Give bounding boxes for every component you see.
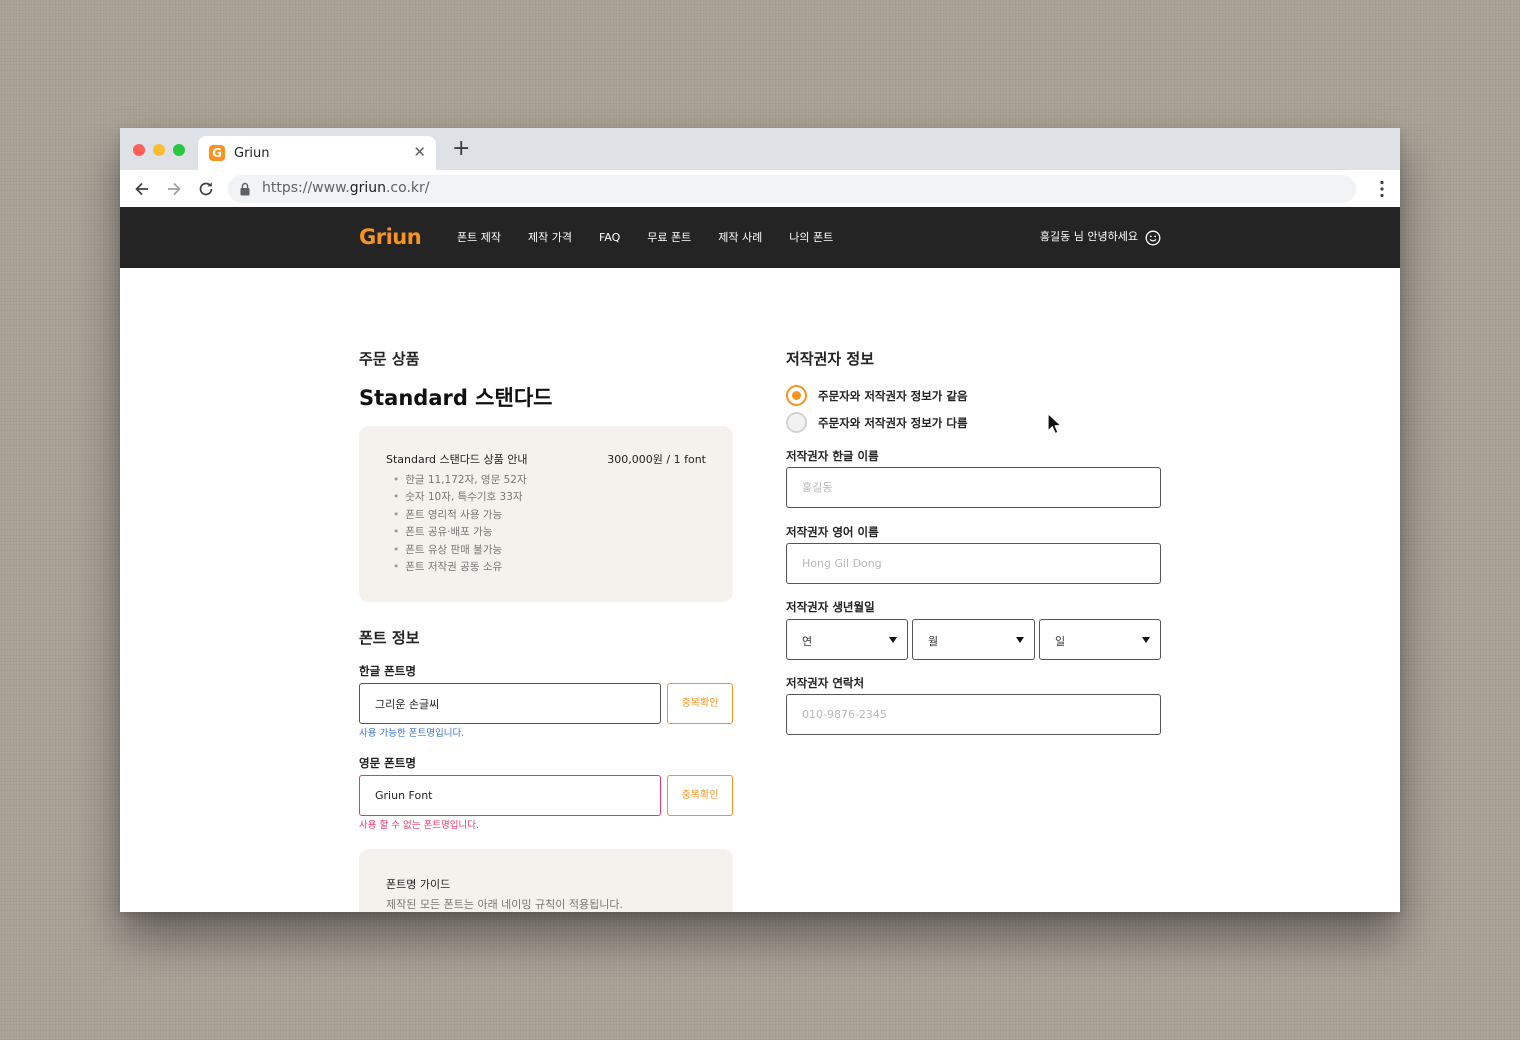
author-section-title: 저작권자 정보 <box>786 350 875 368</box>
korean-dup-check-button[interactable]: 중복확인 <box>667 683 733 724</box>
radio-selected-icon[interactable] <box>786 385 807 406</box>
order-page: 주문 상품 Standard 스탠다드 Standard 스탠다드 상품 안내 … <box>120 268 1400 912</box>
nav-cases[interactable]: 제작 사례 <box>718 231 762 245</box>
radio-same-label: 주문자와 저작권자 정보가 같음 <box>818 389 968 403</box>
birth-day-value: 일 <box>1055 635 1066 648</box>
author-korean-name-label: 저작권자 한글 이름 <box>786 449 879 463</box>
radio-diff-label: 주문자와 저작권자 정보가 다름 <box>818 416 968 430</box>
nav-pricing[interactable]: 제작 가격 <box>528 231 572 245</box>
favicon-icon: G <box>209 145 225 161</box>
tab-close-icon[interactable]: ✕ <box>413 143 426 161</box>
korean-font-name-status: 사용 가능한 폰트명입니다. <box>359 728 465 739</box>
lock-icon <box>240 182 250 196</box>
new-tab-button[interactable]: + <box>452 138 470 160</box>
english-dup-check-button[interactable]: 중복확인 <box>667 775 733 816</box>
nav-font-making[interactable]: 폰트 제작 <box>457 231 501 245</box>
address-bar[interactable]: https://www.griun.co.kr/ <box>228 175 1356 203</box>
font-name-guide-box: 폰트명 가이드 제작된 모든 폰트는 아래 네이밍 규칙이 적용됩니다. <box>359 849 733 912</box>
font-info-title: 폰트 정보 <box>359 629 420 647</box>
url-text: https://www.griun.co.kr/ <box>262 180 430 196</box>
reload-icon[interactable] <box>196 179 216 199</box>
main-nav: 폰트 제작 제작 가격 FAQ 무료 폰트 제작 사례 나의 폰트 <box>457 231 860 245</box>
nav-faq[interactable]: FAQ <box>599 231 620 245</box>
user-greeting[interactable]: 홍길동 님 안녕하세요 <box>1040 230 1138 244</box>
feature-item: 폰트 유상 판매 불가능 <box>393 542 527 559</box>
tab-title: Griun <box>234 146 270 161</box>
more-vert-icon[interactable] <box>1380 180 1384 198</box>
product-title: Standard 스탠다드 <box>359 386 553 410</box>
order-section-title: 주문 상품 <box>359 350 420 368</box>
mouse-cursor-icon <box>1047 412 1062 435</box>
feature-item: 폰트 영리적 사용 가능 <box>393 507 527 524</box>
feature-item: 한글 11,172자, 영문 52자 <box>393 472 526 489</box>
korean-font-name-label: 한글 폰트명 <box>359 664 416 678</box>
feature-item: 숫자 10자, 특수기호 33자 <box>393 489 527 506</box>
birth-month-select[interactable]: 월 <box>912 619 1035 660</box>
minimize-window-button[interactable] <box>153 144 165 156</box>
birth-year-select[interactable]: 연 <box>786 619 908 660</box>
author-contact-input[interactable] <box>786 694 1161 735</box>
guide-text: 제작된 모든 폰트는 아래 네이밍 규칙이 적용됩니다. <box>386 898 623 911</box>
author-english-name-input[interactable] <box>786 543 1161 584</box>
forward-arrow-icon[interactable] <box>164 179 184 199</box>
english-font-name-label: 영문 폰트명 <box>359 756 416 770</box>
back-arrow-icon[interactable] <box>132 179 152 199</box>
guide-title: 폰트명 가이드 <box>386 878 451 891</box>
close-window-button[interactable] <box>133 144 145 156</box>
product-name: Standard 스탠다드 상품 안내 <box>386 453 528 466</box>
author-korean-name-input[interactable] <box>786 467 1161 508</box>
birth-year-value: 연 <box>802 635 813 648</box>
maximize-window-button[interactable] <box>173 144 185 156</box>
author-english-name-label: 저작권자 영어 이름 <box>786 525 879 539</box>
feature-item: 폰트 공유·배포 가능 <box>393 524 527 541</box>
english-font-name-input[interactable] <box>359 775 661 816</box>
product-price: 300,000원 / 1 font <box>607 453 706 466</box>
chevron-down-icon <box>1142 637 1150 643</box>
nav-free-fonts[interactable]: 무료 폰트 <box>647 231 691 245</box>
tab-strip: G Griun ✕ + <box>120 128 1400 170</box>
birth-day-select[interactable]: 일 <box>1039 619 1161 660</box>
chevron-down-icon <box>889 637 897 643</box>
site-logo[interactable]: Griun <box>359 225 422 249</box>
browser-tab[interactable]: G Griun ✕ <box>198 136 436 170</box>
chevron-down-icon <box>1016 637 1024 643</box>
product-info-box: Standard 스탠다드 상품 안내 300,000원 / 1 font 한글… <box>359 426 733 602</box>
browser-toolbar: https://www.griun.co.kr/ <box>120 170 1400 208</box>
birth-month-value: 월 <box>928 635 939 648</box>
feature-item: 폰트 저작권 공동 소유 <box>393 559 527 576</box>
author-birth-label: 저작권자 생년월일 <box>786 600 875 614</box>
smile-icon[interactable] <box>1145 230 1161 246</box>
author-contact-label: 저작권자 연락처 <box>786 676 865 690</box>
nav-my-fonts[interactable]: 나의 폰트 <box>789 231 833 245</box>
site-header: Griun 폰트 제작 제작 가격 FAQ 무료 폰트 제작 사례 나의 폰트 … <box>120 207 1400 268</box>
browser-window: G Griun ✕ + https://www.griun.co.kr/ Gri… <box>120 128 1400 912</box>
feature-list: 한글 11,172자, 영문 52자 숫자 10자, 특수기호 33자 폰트 영… <box>393 472 527 576</box>
radio-unselected-icon[interactable] <box>786 412 807 433</box>
english-font-name-status: 사용 할 수 없는 폰트명입니다. <box>359 820 479 831</box>
korean-font-name-input[interactable] <box>359 683 661 724</box>
